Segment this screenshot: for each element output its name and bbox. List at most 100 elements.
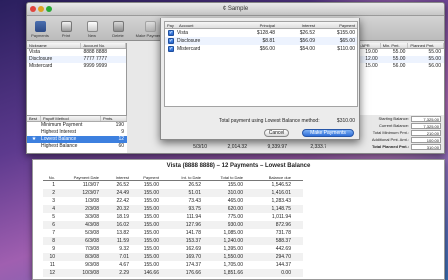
savings-value: 2,333.7 xyxy=(310,144,327,150)
total-to-date-cell: 1,395.00 xyxy=(223,246,243,252)
table-row: 7 5/3/08 13.82 155.00 141.78 1,085.00 731.78 xyxy=(43,229,303,237)
best-star-icon: ★ xyxy=(31,136,37,142)
table-row[interactable]: 12.00 55.00 55.00 xyxy=(355,56,444,63)
payment-cell: 146.66 xyxy=(143,270,159,276)
date-cell: 8/3/08 xyxy=(85,254,99,260)
payment-cell: 155.00 xyxy=(143,222,159,228)
min-pmt-column-header[interactable]: Min. Pmt. xyxy=(381,43,409,48)
table-row: 9 7/3/08 9.32 155.00 162.69 1,395.00 442.69 xyxy=(43,245,303,253)
planned-pmt-column-header[interactable]: Planned Pmt. xyxy=(408,43,444,48)
payment-cell: 155.00 xyxy=(143,206,159,212)
payoff-method-row[interactable]: Highest Interest 9 xyxy=(27,129,127,136)
no-cell: 2 xyxy=(52,190,55,196)
payment-cell: 155.00 xyxy=(143,262,159,268)
total-minimum-value: 210.00 xyxy=(411,129,441,136)
interest-cell: 24.49 xyxy=(116,190,129,196)
int-to-date-cell: 26.52 xyxy=(188,182,201,188)
total-to-date-column-header: Total to Date xyxy=(220,175,243,180)
method-column-header[interactable]: Payoff Method xyxy=(41,116,101,121)
account-column-header[interactable]: Account xyxy=(177,22,233,28)
payments-button[interactable]: Payments xyxy=(31,21,49,38)
balance-due-cell: 588.37 xyxy=(275,238,291,244)
balance-due-cell: 872.96 xyxy=(275,222,291,228)
total-to-date-cell: 1,851.66 xyxy=(223,270,243,276)
pay-checkbox[interactable]: ✓ xyxy=(168,30,174,36)
principal-cell: $128.48 xyxy=(256,30,275,36)
int-to-date-cell: 162.69 xyxy=(185,246,201,252)
balance-due-cell: 0.00 xyxy=(281,270,291,276)
payment-cell: $65.00 xyxy=(339,38,355,44)
date-cell: 10/3/08 xyxy=(82,270,99,276)
additional-payment-field[interactable]: 100.00 xyxy=(411,136,441,143)
table-row[interactable]: Disclosure 7777 7777 xyxy=(27,56,126,63)
balance-due-cell: 1,416.01 xyxy=(271,190,291,196)
pay-column-header[interactable]: Pay xyxy=(165,22,177,28)
method-name: Highest Interest xyxy=(41,129,77,135)
payment-cell: 155.00 xyxy=(143,182,159,188)
table-row: 12 10/3/08 2.29 146.66 176.66 1,851.66 0.00 xyxy=(43,269,303,277)
account-column-header[interactable]: Account No. xyxy=(81,43,126,48)
interest-cell: 16.02 xyxy=(116,222,129,228)
no-cell: 5 xyxy=(52,214,55,220)
delete-button[interactable]: Delete xyxy=(109,21,127,38)
starting-balance-value: 7,325.00 xyxy=(411,115,441,122)
payment-schedule-report: Vista (8888 8888) – 12 Payments – Lowest… xyxy=(32,159,445,280)
table-row: 10 8/3/08 7.01 155.00 169.70 1,550.00 294.70 xyxy=(43,253,303,261)
no-cell: 8 xyxy=(52,238,55,244)
table-row[interactable]: 19.00 55.00 55.00 xyxy=(355,49,444,56)
new-icon xyxy=(86,21,98,32)
date-cell: 1/3/08 xyxy=(85,198,99,204)
minimize-icon[interactable] xyxy=(38,6,44,12)
print-button[interactable]: Print xyxy=(57,21,75,38)
cancel-button[interactable]: Cancel xyxy=(264,129,289,137)
balance-due-cell: 1,011.94 xyxy=(271,214,291,220)
payoff-method-row-selected[interactable]: ★ Lowest Balance 12 xyxy=(27,136,127,143)
payoff-method-row[interactable]: Highest Balance 60 xyxy=(27,143,127,150)
table-row: 1 11/3/07 26.52 155.00 26.52 155.00 1,546.52 xyxy=(43,181,303,189)
min-pmt-cell: 55.00 xyxy=(392,49,406,55)
interest-cell: 7.01 xyxy=(119,254,129,260)
total-payment-label: Total payment using Lowest Balance metho… xyxy=(218,118,320,124)
method-summary-strip: 5/3/10 2,014.32 9,339.97 2,333.7 xyxy=(127,144,327,151)
no-cell: 6 xyxy=(52,222,55,228)
total-paid: 9,339.97 xyxy=(267,144,287,150)
interest-cell: 2.29 xyxy=(119,270,129,276)
method-name: Highest Balance xyxy=(41,143,78,149)
interest-cell: 13.82 xyxy=(116,230,129,236)
table-row[interactable]: ✓ Disclosure $8.81 $56.09 $65.00 xyxy=(165,37,357,45)
pmts-column-header[interactable]: Pmts. xyxy=(101,116,127,121)
print-icon xyxy=(60,21,72,32)
pay-checkbox[interactable]: ✓ xyxy=(168,38,174,44)
int-to-date-cell: 169.70 xyxy=(185,254,201,260)
no-cell: 1 xyxy=(52,182,55,188)
main-window: ¢ Sample Payments Print New Delete Make … xyxy=(26,2,445,154)
table-row[interactable]: ✓ Mistercard $56.00 $54.00 $110.00 xyxy=(165,45,357,53)
payoff-method-row[interactable]: Minimum Payment 190 xyxy=(27,122,127,129)
principal-column-header[interactable]: Principal xyxy=(233,22,275,28)
best-column-header[interactable]: Best xyxy=(27,116,41,121)
account-cell: 9999 9999 xyxy=(83,63,108,69)
no-cell: 4 xyxy=(52,206,55,212)
make-payments-confirm-button[interactable]: Make Payments xyxy=(302,129,354,137)
nickname-cell: Disclosure xyxy=(29,56,53,62)
int-to-date-cell: 141.78 xyxy=(185,230,201,236)
zoom-icon[interactable] xyxy=(46,6,52,12)
method-pmts: 190 xyxy=(115,122,124,128)
total-payment-line: Total payment using Lowest Balance metho… xyxy=(161,118,355,124)
table-row[interactable]: 15.00 56.00 56.00 xyxy=(355,63,444,70)
current-balance-label: Current Balance: xyxy=(378,123,409,128)
account-cell: Vista xyxy=(177,30,189,36)
payment-column-header[interactable]: Payment xyxy=(315,22,355,28)
balance-due-cell: 144.37 xyxy=(275,262,291,268)
payment-cell: $110.00 xyxy=(337,46,355,52)
interest-column-header[interactable]: Interest xyxy=(275,22,315,28)
close-icon[interactable] xyxy=(30,6,36,12)
table-row[interactable]: Vista 8888 8888 xyxy=(27,49,126,56)
table-row: 2 12/3/07 24.49 155.00 51.01 310.00 1,416.01 xyxy=(43,189,303,197)
new-button[interactable]: New xyxy=(83,21,101,38)
date-cell: 4/3/08 xyxy=(85,222,99,228)
nickname-column-header[interactable]: Nickname xyxy=(27,43,82,48)
table-row[interactable]: Mistercard 9999 9999 xyxy=(27,63,126,70)
table-row[interactable]: ✓ Vista $128.48 $26.52 $155.00 xyxy=(165,29,357,37)
pay-checkbox[interactable]: ✓ xyxy=(168,46,174,52)
